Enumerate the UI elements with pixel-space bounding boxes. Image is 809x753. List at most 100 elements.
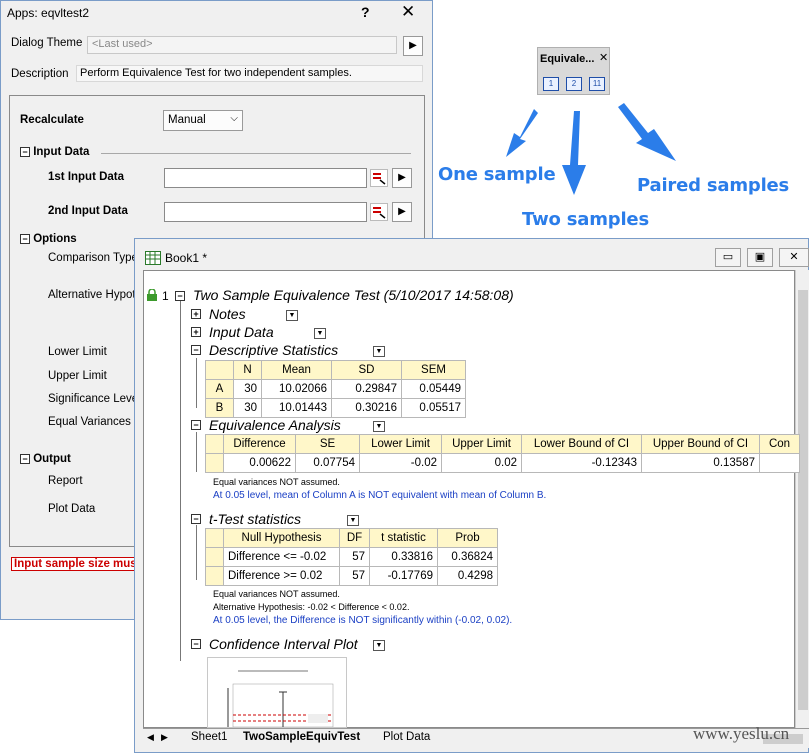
first-input-field[interactable] (164, 168, 367, 188)
row-header (205, 566, 224, 586)
dropdown-icon[interactable]: ▼ (347, 515, 359, 526)
collapse-icon[interactable]: − (191, 639, 201, 649)
two-samples-annotation: Two samples (522, 209, 649, 230)
tab-two-sample-equiv-test[interactable]: TwoSampleEquivTest (243, 731, 360, 743)
tab-prev-icon[interactable]: ◀ (147, 732, 154, 743)
output-section[interactable]: − Output (20, 453, 71, 465)
second-input-menu-button[interactable]: ▶ (392, 202, 412, 222)
one-sample-annotation: One sample (438, 164, 556, 185)
column-header: SE (295, 434, 360, 454)
column-header: Lower Limit (359, 434, 442, 454)
tab-next-icon[interactable]: ▶ (161, 732, 168, 743)
column-header: Lower Bound of CI (521, 434, 642, 454)
collapse-icon[interactable]: − (20, 453, 30, 464)
column-header: SEM (401, 360, 466, 380)
table-cell[interactable]: -0.17769 (369, 566, 438, 586)
ci-plot-section[interactable]: Confidence Interval Plot (209, 636, 358, 652)
ttest-section[interactable]: t-Test statistics (209, 511, 301, 527)
table-header-row: N Mean SD SEM (205, 360, 466, 380)
table-cell[interactable]: 10.01443 (261, 398, 332, 418)
ci-plot-thumbnail[interactable] (207, 657, 347, 728)
collapse-icon[interactable]: − (191, 420, 201, 430)
first-input-menu-button[interactable]: ▶ (392, 168, 412, 188)
table-cell[interactable]: 0.13587 (641, 453, 760, 473)
descriptive-stats-table: N Mean SD SEM A 30 10.02066 0.29847 0.05… (205, 360, 466, 418)
row-header (205, 547, 224, 567)
notes-section[interactable]: Notes (209, 306, 246, 322)
table-cell[interactable]: 0.4298 (437, 566, 498, 586)
table-cell[interactable]: 0.05449 (401, 379, 466, 399)
theme-menu-button[interactable]: ▶ (403, 36, 423, 56)
input-data-report-section[interactable]: Input Data (209, 324, 274, 340)
tab-sheet1[interactable]: Sheet1 (191, 731, 227, 743)
help-icon[interactable]: ? (361, 4, 370, 20)
table-cell[interactable]: 30 (233, 398, 262, 418)
tab-plot-data[interactable]: Plot Data (383, 731, 430, 743)
dropdown-icon[interactable]: ▼ (373, 640, 385, 651)
collapse-icon[interactable]: − (20, 233, 30, 244)
table-cell[interactable]: -0.12343 (521, 453, 642, 473)
collapse-icon[interactable]: − (191, 514, 201, 524)
table-cell[interactable]: Difference >= 0.02 (223, 566, 340, 586)
paired-samples-button[interactable]: 11 (589, 77, 605, 91)
two-samples-button[interactable]: 2 (566, 77, 582, 91)
workbook-icon (145, 251, 161, 268)
one-sample-button[interactable]: 1 (543, 77, 559, 91)
report-label: Report (48, 475, 83, 487)
equivalence-note: Equal variances NOT assumed. (213, 477, 340, 487)
dialog-theme-field[interactable]: <Last used> (87, 36, 397, 54)
descriptive-stats-section[interactable]: Descriptive Statistics (209, 342, 338, 358)
corner-cell (205, 528, 224, 548)
table-cell[interactable]: 0.30216 (331, 398, 402, 418)
close-button[interactable]: ✕ (779, 248, 809, 267)
equivalence-analysis-section[interactable]: Equivalence Analysis (209, 417, 341, 433)
paired-samples-annotation: Paired samples (637, 175, 790, 196)
collapse-icon[interactable]: − (20, 146, 30, 157)
table-row: B 30 10.01443 0.30216 0.05517 (205, 398, 466, 418)
collapse-icon[interactable]: − (175, 291, 185, 301)
column-header: Mean (261, 360, 332, 380)
close-icon[interactable]: ✕ (401, 2, 415, 22)
table-cell[interactable]: 0.05517 (401, 398, 466, 418)
table-cell[interactable] (759, 453, 800, 473)
equivalence-toolbar: Equivale... ✕ 1 2 11 (537, 47, 610, 95)
dropdown-icon[interactable]: ▼ (373, 421, 385, 432)
dropdown-icon[interactable]: ▼ (373, 346, 385, 357)
table-cell[interactable]: 0.02 (441, 453, 522, 473)
options-section[interactable]: − Options (20, 233, 77, 245)
table-cell[interactable]: 10.02066 (261, 379, 332, 399)
table-cell[interactable]: 0.36824 (437, 547, 498, 567)
input-data-section[interactable]: − Input Data (20, 146, 89, 158)
recalculate-select[interactable]: Manual ⌵ (163, 110, 243, 131)
column-header: SD (331, 360, 402, 380)
table-cell[interactable]: 30 (233, 379, 262, 399)
dropdown-icon[interactable]: ▼ (314, 328, 326, 339)
output-section-label: Output (33, 453, 71, 465)
scroll-thumb[interactable] (798, 290, 808, 710)
expand-icon[interactable]: + (191, 309, 201, 319)
range-select-icon[interactable] (370, 169, 388, 187)
table-header-row: Difference SE Lower Limit Upper Limit Lo… (205, 434, 800, 454)
table-cell[interactable]: 0.33816 (369, 547, 438, 567)
dropdown-icon[interactable]: ▼ (286, 310, 298, 321)
table-cell[interactable]: 57 (339, 566, 370, 586)
column-header: t statistic (369, 528, 438, 548)
vertical-scrollbar[interactable] (795, 270, 809, 728)
table-cell[interactable]: 0.07754 (295, 453, 360, 473)
minimize-button[interactable]: ▭ (715, 248, 741, 267)
second-input-field[interactable] (164, 202, 367, 222)
expand-icon[interactable]: + (191, 327, 201, 337)
description-label: Description (11, 68, 69, 80)
table-cell[interactable]: 0.00622 (223, 453, 296, 473)
toolbar-title: Equivale... (540, 53, 595, 65)
close-icon[interactable]: ✕ (599, 51, 608, 64)
upper-limit-label: Upper Limit (48, 370, 107, 382)
restore-button[interactable]: ▣ (747, 248, 773, 267)
table-header-row: Null Hypothesis DF t statistic Prob (205, 528, 498, 548)
table-cell[interactable]: -0.02 (359, 453, 442, 473)
table-cell[interactable]: 0.29847 (331, 379, 402, 399)
table-cell[interactable]: Difference <= -0.02 (223, 547, 340, 567)
table-cell[interactable]: 57 (339, 547, 370, 567)
range-select-icon[interactable] (370, 203, 388, 221)
collapse-icon[interactable]: − (191, 345, 201, 355)
